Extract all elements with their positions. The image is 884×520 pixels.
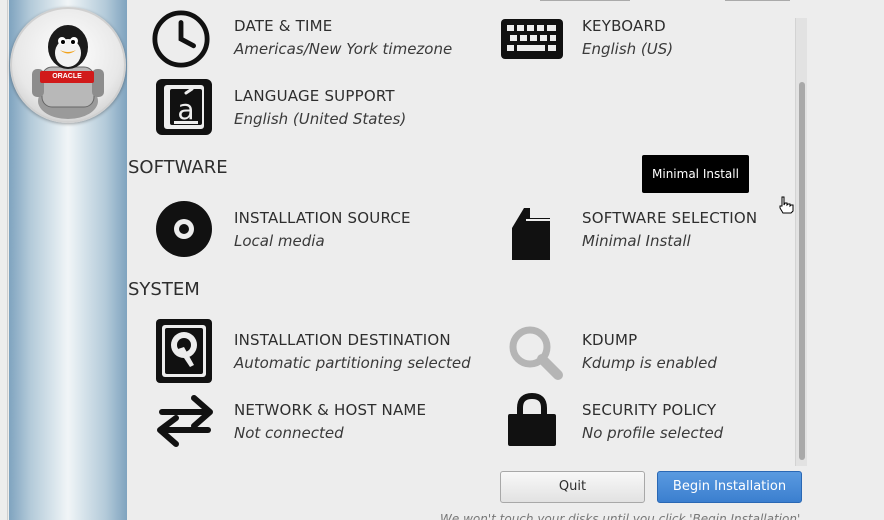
oracle-tux-logo: ORACLE bbox=[10, 7, 126, 123]
spoke-status: Minimal Install bbox=[582, 232, 691, 250]
spoke-status: Kdump is enabled bbox=[582, 354, 717, 372]
spoke-status: Not connected bbox=[234, 424, 344, 442]
magnifier-icon bbox=[506, 323, 564, 381]
spoke-title: INSTALLATION DESTINATION bbox=[234, 331, 451, 349]
spoke-title: NETWORK & HOST NAME bbox=[234, 401, 427, 419]
disc-icon bbox=[156, 201, 212, 257]
vertical-scrollbar[interactable] bbox=[795, 18, 807, 466]
spoke-installation-destination[interactable]: INSTALLATION DESTINATION Automatic parti… bbox=[156, 319, 486, 383]
spoke-date-time[interactable]: DATE & TIME Americas/New York timezone bbox=[152, 10, 476, 68]
spoke-network-host-name[interactable]: NETWORK & HOST NAME Not connected bbox=[156, 395, 476, 451]
section-system: SYSTEM bbox=[128, 279, 200, 300]
package-icon bbox=[510, 206, 554, 262]
scrollbar-thumb[interactable] bbox=[799, 82, 805, 460]
spoke-status: Americas/New York timezone bbox=[234, 40, 453, 58]
spoke-language-support[interactable]: a LANGUAGE SUPPORT English (United State… bbox=[156, 79, 476, 137]
spoke-title: KDUMP bbox=[582, 331, 638, 349]
language-icon: a bbox=[156, 79, 212, 135]
footer-note: We won't touch your disks until you clic… bbox=[440, 512, 805, 520]
spoke-title: SOFTWARE SELECTION bbox=[582, 209, 758, 227]
section-software: SOFTWARE bbox=[128, 157, 228, 178]
spoke-status: Local media bbox=[234, 232, 325, 250]
spoke-kdump[interactable]: KDUMP Kdump is enabled bbox=[504, 326, 784, 381]
installation-summary-window: ORACLE DATE & TIME Americas/New York tim… bbox=[0, 0, 884, 520]
oracle-badge: ORACLE bbox=[40, 71, 94, 83]
spoke-title: KEYBOARD bbox=[582, 17, 666, 35]
harddisk-icon bbox=[156, 319, 212, 383]
spoke-software-selection[interactable]: SOFTWARE SELECTION Minimal Install bbox=[504, 206, 784, 262]
hand-cursor-icon bbox=[779, 196, 794, 214]
spoke-status: English (United States) bbox=[234, 110, 407, 128]
spoke-security-policy[interactable]: SECURITY POLICY No profile selected bbox=[504, 392, 784, 451]
network-arrows-icon bbox=[154, 392, 216, 450]
sidebar: ORACLE bbox=[9, 0, 127, 520]
quit-button[interactable]: Quit bbox=[500, 471, 645, 503]
spoke-status: English (US) bbox=[582, 40, 674, 58]
spoke-status: No profile selected bbox=[582, 424, 724, 442]
keyboard-icon bbox=[500, 15, 564, 61]
spoke-title: INSTALLATION SOURCE bbox=[234, 209, 411, 227]
spoke-title: DATE & TIME bbox=[234, 17, 333, 35]
spoke-installation-source[interactable]: INSTALLATION SOURCE Local media bbox=[156, 201, 476, 259]
clock-icon bbox=[151, 9, 211, 69]
software-selection-tooltip: Minimal Install bbox=[642, 155, 749, 193]
spoke-status: Automatic partitioning selected bbox=[234, 354, 471, 372]
top-element-fragment bbox=[725, 0, 790, 1]
lock-icon bbox=[508, 392, 556, 446]
left-edge bbox=[0, 0, 8, 520]
tux-mascot-icon bbox=[32, 25, 104, 119]
spoke-title: SECURITY POLICY bbox=[582, 401, 717, 419]
spoke-title: LANGUAGE SUPPORT bbox=[234, 87, 395, 105]
top-element-fragment bbox=[540, 0, 630, 1]
spoke-keyboard[interactable]: KEYBOARD English (US) bbox=[501, 17, 784, 67]
begin-installation-button[interactable]: Begin Installation bbox=[657, 471, 802, 503]
